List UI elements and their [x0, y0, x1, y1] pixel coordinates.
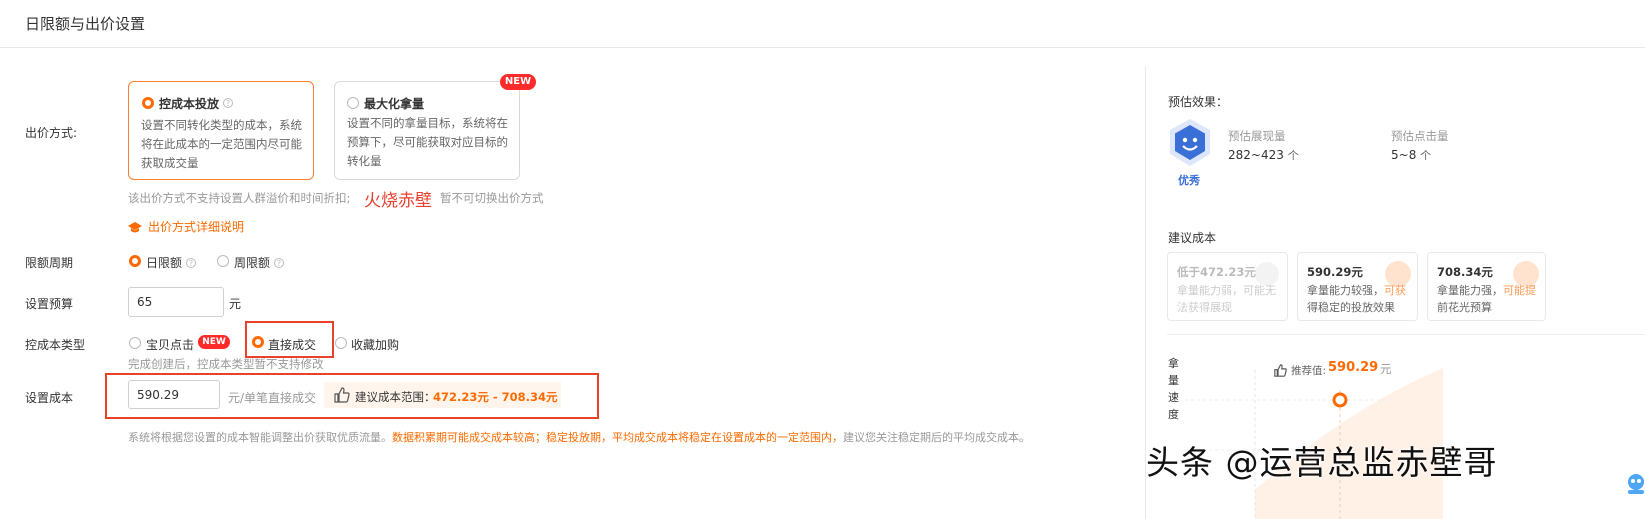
- cost-label: 设置成本: [25, 391, 74, 405]
- rec-point[interactable]: [1332, 392, 1348, 408]
- cost-type-label: 控成本类型: [25, 338, 86, 352]
- estimate-title: 预估效果：: [1168, 95, 1229, 109]
- y-label-char: 度: [1168, 408, 1179, 421]
- recommend-card-low[interactable]: 低于472.23元 拿量能力弱，可能无 法获得展现: [1167, 252, 1288, 321]
- cost-note-gray: 系统将根据您设置的成本智能调整出价获取优质流量。: [128, 431, 392, 444]
- graduation-cap-icon: [128, 219, 142, 233]
- y-label-char: 量: [1168, 374, 1179, 387]
- bid-option-cost-control[interactable]: 控成本投放 ? 设置不同转化类型的成本，系统 将在此成本的一定范围内尽可能 获取…: [128, 81, 314, 180]
- recommend-desc: 得稳定的投放效果: [1307, 301, 1395, 314]
- favorite-cart-label: 收藏加购: [351, 338, 400, 352]
- floating-helper-icon[interactable]: [1624, 470, 1645, 496]
- recommend-card-mid[interactable]: 590.29元 拿量能力较强，可获 得稳定的投放效果: [1297, 252, 1418, 321]
- bid-option-title: 最大化拿量: [364, 97, 425, 111]
- bid-option-desc: 获取成交量: [141, 156, 199, 170]
- help-icon[interactable]: ?: [186, 258, 196, 268]
- rec-value: 590.29: [1328, 360, 1379, 375]
- recommend-desc-highlight: 可能提: [1503, 284, 1536, 297]
- recommend-price: 708.34元: [1437, 265, 1493, 279]
- bid-method-note: 该出价方式不支持设置人群溢价和时间折扣;: [128, 191, 351, 205]
- cost-input[interactable]: [128, 380, 220, 409]
- radio-direct-deal[interactable]: [252, 336, 264, 348]
- radio-item-click[interactable]: [129, 337, 141, 349]
- impressions-number: 282~423: [1228, 148, 1284, 162]
- budget-input[interactable]: [128, 287, 224, 317]
- impressions-unit: 个: [1287, 149, 1299, 162]
- radio-favorite-cart[interactable]: [335, 337, 347, 349]
- budget-unit: 元: [229, 297, 242, 311]
- watermark-text: 火烧赤壁: [362, 186, 434, 211]
- daily-limit-label: 日限额: [146, 256, 183, 270]
- bid-detail-link[interactable]: 出价方式详细说明: [148, 218, 244, 235]
- direct-deal-label: 直接成交: [268, 338, 317, 352]
- help-icon[interactable]: ?: [274, 258, 284, 268]
- recommend-desc: 法获得展现: [1177, 301, 1232, 314]
- impressions-value: 282~423 个: [1228, 147, 1299, 163]
- suggest-range-box: 建议成本范围： 472.23元 - 708.34元: [324, 382, 561, 408]
- help-icon[interactable]: ?: [223, 98, 233, 108]
- page-title: 日限额与出价设置: [25, 15, 146, 33]
- cost-type-note: 完成创建后，控成本类型暂不支持修改: [128, 357, 324, 371]
- clicks-number: 5~8: [1391, 148, 1417, 162]
- bid-option-desc: 设置不同转化类型的成本，系统: [141, 118, 302, 132]
- y-label-char: 拿: [1168, 357, 1179, 370]
- clicks-label: 预估点击量: [1391, 129, 1449, 143]
- radio-daily-limit[interactable]: [129, 255, 141, 267]
- cost-note-orange: 数据积累期可能成交成本较高；稳定投放期，平均成交成本将稳定在设置成本的一定范围内…: [392, 431, 843, 444]
- radio-unselected[interactable]: [347, 97, 359, 109]
- item-click-label: 宝贝点击: [146, 338, 195, 352]
- bid-option-desc: 将在此成本的一定范围内尽可能: [141, 137, 302, 151]
- recommend-desc-part: 拿量能力较强，: [1307, 284, 1384, 297]
- bid-option-desc: 转化量: [347, 154, 382, 168]
- bid-method-note-tail: 暂不可切换出价方式: [440, 191, 544, 205]
- clicks-value: 5~8 个: [1391, 147, 1431, 163]
- new-badge: NEW: [198, 335, 230, 349]
- thumbs-up-icon: [334, 387, 350, 403]
- recommend-desc: 前花光预算: [1437, 301, 1492, 314]
- section-header: [0, 0, 1645, 48]
- cost-note: 系统将根据您设置的成本智能调整出价获取优质流量。数据积累期可能成交成本较高；稳定…: [128, 429, 1030, 445]
- y-label-char: 速: [1168, 391, 1179, 404]
- rec-value-unit: 元: [1380, 362, 1392, 376]
- limit-period-label: 限额周期: [25, 256, 74, 270]
- recommend-desc-part: 拿量能力强，: [1437, 284, 1503, 297]
- suggest-range-value: 472.23元 - 708.34元: [433, 390, 558, 404]
- bid-option-desc: 设置不同的拿量目标，系统将在: [347, 116, 508, 130]
- impressions-label: 预估展现量: [1228, 129, 1286, 143]
- suggest-range-label: 建议成本范围：: [355, 390, 436, 404]
- cost-unit: 元/单笔直接成交: [228, 391, 317, 405]
- recommend-desc: 拿量能力强，可能提: [1437, 282, 1536, 298]
- recommend-desc: 拿量能力较强，可获: [1307, 282, 1406, 298]
- budget-label: 设置预算: [25, 297, 74, 311]
- bid-option-title: 控成本投放: [159, 97, 220, 111]
- rec-value-label: 推荐值:: [1291, 365, 1327, 377]
- recommend-card-high[interactable]: 708.34元 拿量能力强，可能提 前花光预算: [1427, 252, 1546, 321]
- overlay-watermark: 头条 @运营总监赤壁哥: [1146, 443, 1498, 482]
- thumbs-up-icon: [1274, 362, 1287, 377]
- bid-option-max-volume[interactable]: 最大化拿量 设置不同的拿量目标，系统将在 预算下，尽可能获取对应目标的 转化量: [334, 81, 520, 180]
- clicks-unit: 个: [1420, 149, 1432, 162]
- chart-y-label: 拿 量 速 度: [1168, 355, 1180, 423]
- radio-selected[interactable]: [142, 97, 154, 109]
- recommend-price: 590.29元: [1307, 265, 1363, 279]
- rating-label: 优秀: [1178, 174, 1200, 187]
- recommend-desc: 拿量能力弱，可能无: [1177, 284, 1276, 297]
- bid-option-desc: 预算下，尽可能获取对应目标的: [347, 135, 508, 149]
- smiley-badge-icon: [1168, 118, 1212, 168]
- cost-note-gray-2: 建议您关注稳定期后的平均成交成本。: [843, 431, 1030, 444]
- recommend-desc-highlight: 可获: [1384, 284, 1406, 297]
- chart-divider: [1167, 334, 1645, 335]
- weekly-limit-label: 周限额: [234, 256, 271, 270]
- recommend-price: 低于472.23元: [1177, 265, 1256, 279]
- radio-weekly-limit[interactable]: [217, 255, 229, 267]
- recommend-title: 建议成本: [1168, 231, 1217, 245]
- bid-method-label: 出价方式:: [25, 126, 78, 140]
- new-badge: NEW: [500, 74, 536, 90]
